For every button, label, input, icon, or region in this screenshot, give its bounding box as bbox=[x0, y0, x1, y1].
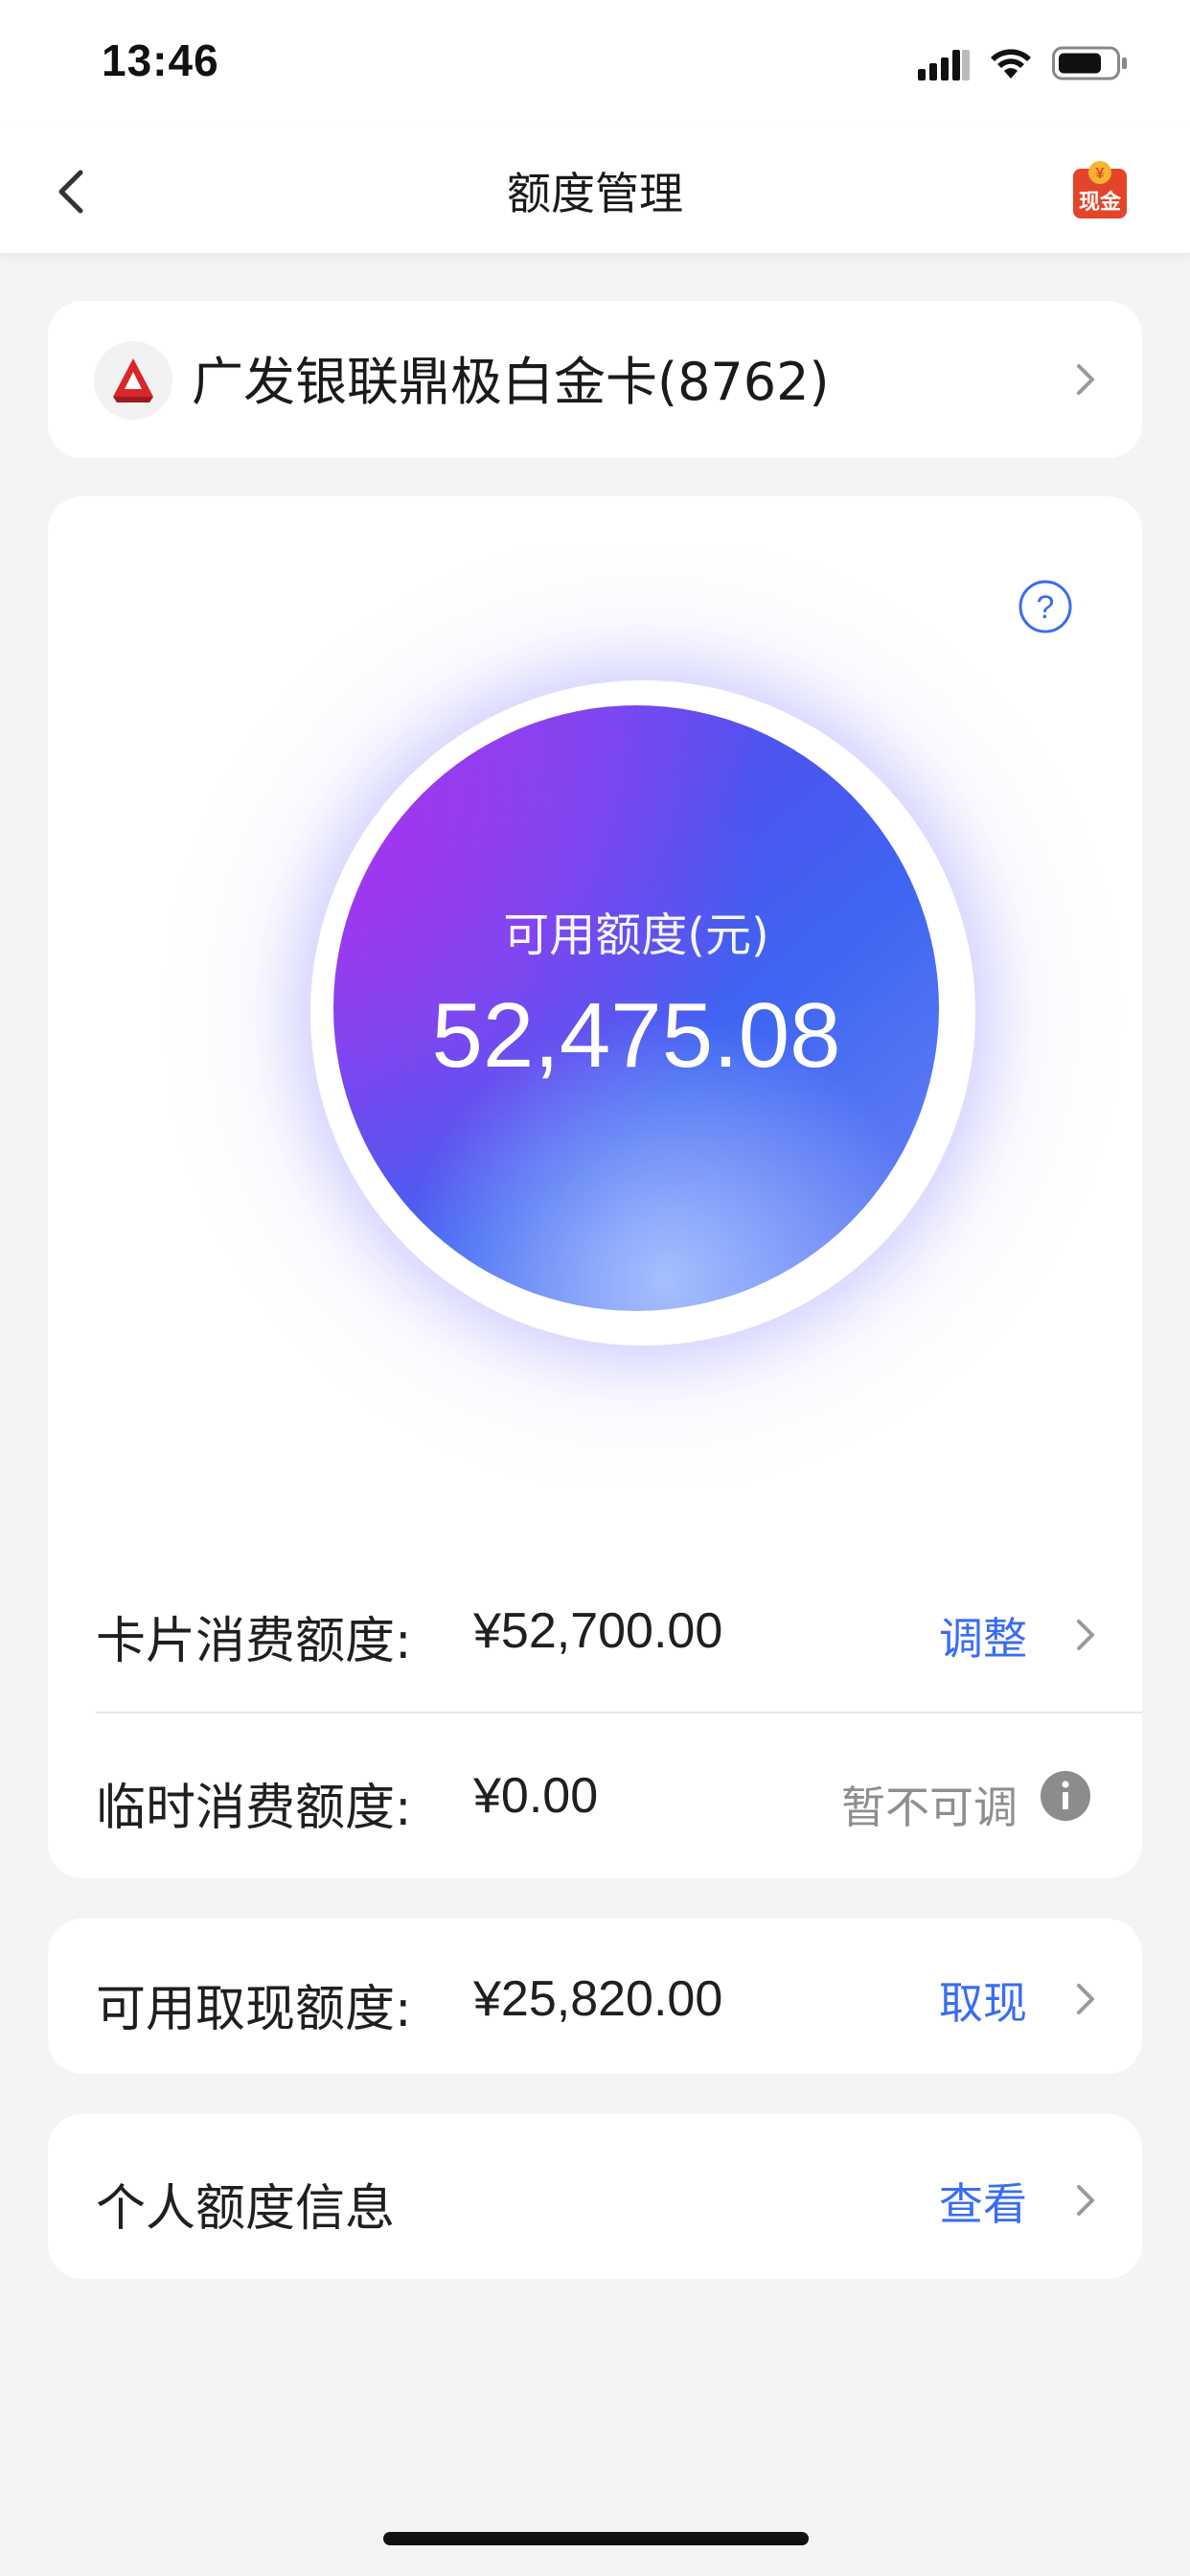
card-limit-label: 卡片消费额度: bbox=[96, 1613, 412, 1670]
svg-text:?: ? bbox=[1037, 589, 1055, 626]
chevron-right-icon bbox=[1077, 1620, 1094, 1650]
signal-icon bbox=[918, 50, 970, 80]
cash-icon[interactable]: ¥ 现金 bbox=[1069, 159, 1131, 220]
wifi-icon bbox=[991, 49, 1031, 79]
temp-limit-status: 暂不可调 bbox=[841, 1782, 1018, 1833]
cash-badge-label: 现金 bbox=[1079, 190, 1122, 215]
cash-limit-card[interactable]: 可用取现额度: ¥25,820.00 取现 bbox=[48, 1919, 1142, 2074]
help-icon[interactable]: ? bbox=[1018, 579, 1073, 634]
home-indicator[interactable] bbox=[383, 2532, 809, 2545]
account-name: 广发银联鼎极白金卡(8762) bbox=[192, 352, 830, 412]
account-selector[interactable]: 广发银联鼎极白金卡(8762) bbox=[48, 301, 1142, 458]
temp-limit-label: 临时消费额度: bbox=[96, 1780, 412, 1837]
temp-limit-value: ¥0.00 bbox=[473, 1768, 599, 1824]
view-personal-limit-button[interactable]: 查看 bbox=[939, 2170, 1027, 2233]
divider bbox=[96, 1712, 1142, 1714]
available-credit-value: 52,475.08 bbox=[431, 984, 841, 1087]
cash-limit-label: 可用取现额度: bbox=[96, 1981, 412, 2038]
available-credit-label: 可用额度(元) bbox=[503, 908, 769, 962]
status-time: 13:46 bbox=[102, 35, 219, 85]
card-limit-value: ¥52,700.00 bbox=[473, 1603, 723, 1659]
chevron-right-icon bbox=[1077, 1984, 1094, 2014]
nav-bar: 额度管理 ¥ 现金 bbox=[0, 126, 1190, 253]
battery-icon bbox=[1052, 46, 1127, 80]
chevron-right-icon bbox=[1077, 2185, 1094, 2216]
credit-panel: ? 可用额度(元) 52,475.08 卡片消费额度: ¥52,700.00 调… bbox=[48, 496, 1142, 1878]
cash-badge-graphic: ¥ 现金 bbox=[1073, 161, 1127, 218]
withdraw-cash-button[interactable]: 取现 bbox=[939, 1968, 1027, 2032]
bank-logo-icon bbox=[94, 341, 172, 420]
page-title: 额度管理 bbox=[507, 168, 683, 219]
info-icon[interactable] bbox=[1041, 1771, 1090, 1821]
chevron-right-icon bbox=[1077, 364, 1094, 395]
cash-limit-value: ¥25,820.00 bbox=[473, 1971, 723, 2027]
status-bar: 13:46 bbox=[0, 0, 1190, 126]
cash-badge-symbol: ¥ bbox=[1096, 166, 1105, 182]
personal-limit-card[interactable]: 个人额度信息 查看 bbox=[48, 2114, 1142, 2279]
personal-limit-label: 个人额度信息 bbox=[96, 2180, 396, 2238]
adjust-limit-button[interactable]: 调整 bbox=[939, 1604, 1027, 1668]
